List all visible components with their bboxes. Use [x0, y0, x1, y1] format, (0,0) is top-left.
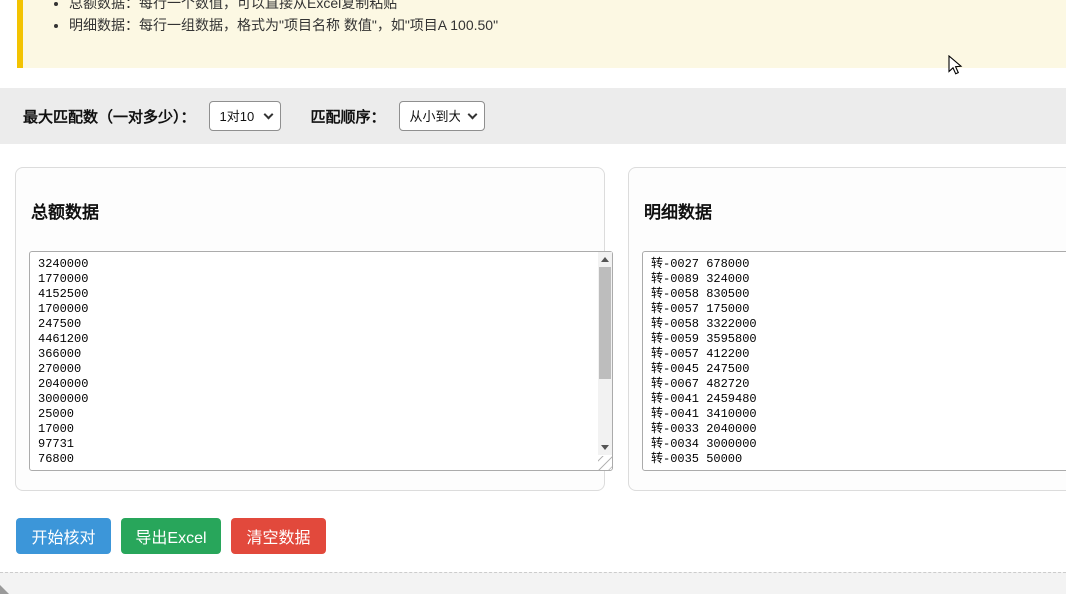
footer-strip	[0, 572, 1066, 594]
instruction-details: 明细数据：每行一组数据，格式为"项目名称 数值"，如"项目A 100.50"	[69, 14, 1046, 36]
totals-panel: 总额数据 3240000 1770000 4152500 1700000 247…	[15, 167, 605, 491]
totals-textarea-wrap: 3240000 1770000 4152500 1700000 247500 4…	[29, 251, 613, 471]
match-order-select-wrap: 从小到大	[399, 101, 485, 131]
scrollbar[interactable]	[598, 252, 612, 455]
export-excel-button[interactable]: 导出Excel	[121, 518, 221, 554]
match-order-select[interactable]: 从小到大	[399, 101, 485, 131]
instructions-alert: 总额数据：每行一个数值，可以直接从Excel复制粘贴 明细数据：每行一组数据，格…	[17, 0, 1066, 68]
max-match-select[interactable]: 1对10	[209, 101, 281, 131]
arrow-up-icon	[601, 257, 609, 262]
instructions-list: 总额数据：每行一个数值，可以直接从Excel复制粘贴 明细数据：每行一组数据，格…	[43, 0, 1046, 36]
scrollbar-thumb[interactable]	[599, 267, 611, 379]
resize-grip[interactable]	[598, 456, 612, 470]
scroll-down-button[interactable]	[598, 440, 612, 455]
action-buttons: 开始核对 导出Excel 清空数据	[16, 518, 326, 554]
corner-triangle	[0, 585, 9, 594]
details-input[interactable]: 转-0027 678000 转-0089 324000 转-0058 83050…	[642, 251, 1066, 471]
arrow-down-icon	[601, 445, 609, 450]
max-match-select-wrap: 1对10	[209, 101, 281, 131]
mouse-cursor-icon	[948, 55, 963, 76]
details-panel: 明细数据 转-0027 678000 转-0089 324000 转-0058 …	[628, 167, 1066, 491]
max-match-label: 最大匹配数（一对多少）：	[23, 106, 196, 127]
totals-panel-title: 总额数据	[31, 198, 604, 223]
clear-data-button[interactable]: 清空数据	[231, 518, 326, 554]
scroll-up-button[interactable]	[598, 252, 612, 267]
details-textarea-wrap: 转-0027 678000 转-0089 324000 转-0058 83050…	[642, 251, 1066, 471]
settings-toolbar: 最大匹配数（一对多少）： 1对10 匹配顺序： 从小到大	[0, 88, 1066, 144]
totals-input[interactable]: 3240000 1770000 4152500 1700000 247500 4…	[29, 251, 613, 471]
start-check-button[interactable]: 开始核对	[16, 518, 111, 554]
instruction-totals: 总额数据：每行一个数值，可以直接从Excel复制粘贴	[69, 0, 1046, 14]
details-panel-title: 明细数据	[644, 198, 1066, 223]
match-order-label: 匹配顺序：	[311, 106, 386, 127]
